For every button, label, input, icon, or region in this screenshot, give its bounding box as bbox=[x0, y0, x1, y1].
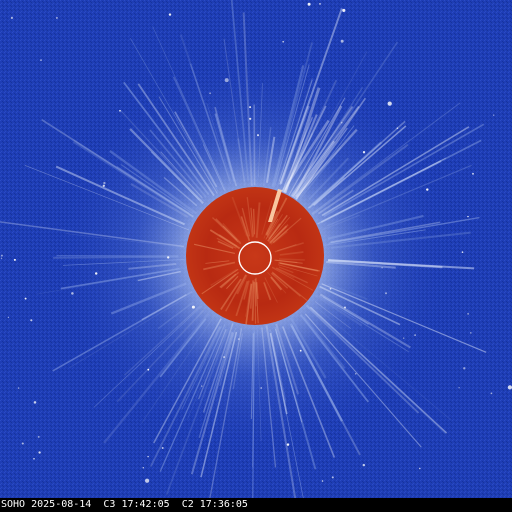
star bbox=[463, 367, 466, 370]
star bbox=[0, 254, 3, 257]
star bbox=[209, 92, 211, 95]
star bbox=[321, 480, 324, 482]
star bbox=[299, 349, 302, 352]
star bbox=[385, 292, 387, 295]
star bbox=[17, 387, 20, 389]
star bbox=[286, 443, 290, 446]
star bbox=[467, 215, 469, 218]
star bbox=[144, 478, 150, 483]
star bbox=[362, 463, 366, 467]
star bbox=[403, 337, 405, 339]
star bbox=[396, 127, 399, 129]
star bbox=[472, 172, 474, 175]
star bbox=[142, 467, 144, 469]
caption-observatory: SOHO bbox=[1, 499, 26, 510]
star bbox=[94, 272, 98, 275]
star bbox=[249, 106, 252, 109]
star bbox=[147, 368, 150, 371]
star bbox=[387, 101, 392, 106]
star bbox=[414, 334, 416, 336]
star bbox=[340, 39, 344, 43]
caption-bar: SOHO 2025-08-14 C3 17:42:05 C2 17:36:05 bbox=[0, 498, 512, 512]
star bbox=[0, 257, 3, 259]
star bbox=[201, 385, 203, 387]
star bbox=[10, 16, 14, 20]
star bbox=[167, 256, 170, 259]
inner-corona-ray bbox=[279, 258, 305, 261]
star bbox=[13, 258, 16, 261]
star bbox=[191, 305, 195, 309]
star bbox=[33, 401, 37, 404]
star bbox=[354, 373, 357, 375]
star bbox=[37, 435, 40, 438]
star bbox=[329, 287, 332, 290]
star bbox=[71, 292, 74, 295]
star bbox=[7, 316, 10, 318]
star bbox=[426, 188, 429, 191]
star bbox=[507, 385, 512, 390]
caption-c2-time: 17:36:05 bbox=[199, 499, 248, 510]
star bbox=[21, 442, 24, 445]
star bbox=[493, 114, 495, 116]
star bbox=[102, 184, 105, 187]
star bbox=[161, 447, 164, 449]
star bbox=[331, 476, 334, 479]
star bbox=[467, 312, 470, 315]
star bbox=[341, 122, 343, 124]
star bbox=[307, 2, 311, 6]
inner-corona-ray bbox=[253, 208, 255, 235]
star bbox=[260, 387, 263, 389]
star bbox=[30, 319, 33, 322]
star bbox=[256, 134, 260, 137]
star bbox=[458, 387, 460, 389]
star bbox=[419, 467, 421, 470]
star bbox=[168, 13, 172, 16]
star bbox=[381, 267, 383, 269]
star bbox=[470, 332, 472, 334]
star bbox=[342, 8, 346, 12]
star bbox=[24, 297, 27, 300]
star bbox=[38, 451, 41, 454]
star bbox=[490, 392, 493, 395]
star bbox=[119, 109, 121, 112]
caption-c2-label: C2 bbox=[181, 499, 194, 510]
caption-c3-label: C3 bbox=[103, 499, 116, 510]
star bbox=[55, 16, 58, 19]
star bbox=[103, 181, 106, 185]
caption-c3-time: 17:42:05 bbox=[121, 499, 170, 510]
star bbox=[319, 3, 321, 5]
star bbox=[282, 40, 285, 43]
caption-date: 2025-08-14 bbox=[31, 499, 92, 510]
star bbox=[249, 117, 252, 120]
star bbox=[362, 151, 366, 154]
star bbox=[40, 59, 42, 61]
star bbox=[33, 458, 35, 460]
star bbox=[224, 78, 229, 83]
star bbox=[461, 251, 464, 253]
star bbox=[344, 306, 346, 309]
coronagraph-image bbox=[0, 0, 512, 512]
streamer-ray bbox=[53, 255, 179, 259]
star bbox=[147, 455, 149, 458]
star bbox=[238, 338, 240, 340]
star bbox=[223, 356, 225, 358]
